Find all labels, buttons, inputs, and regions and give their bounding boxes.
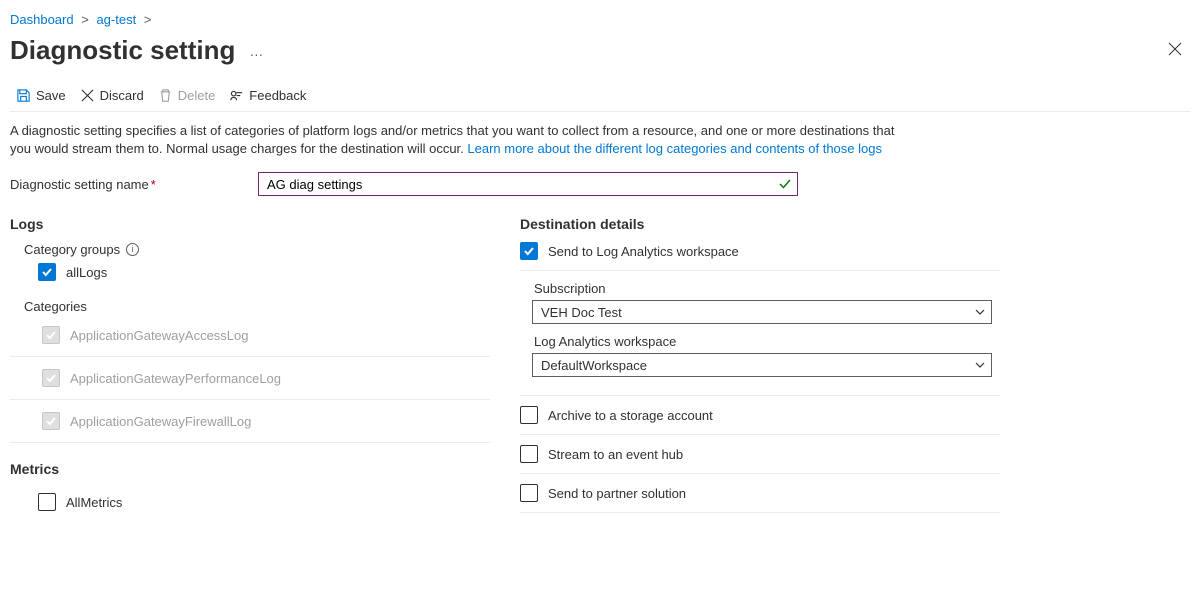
category-label-1: ApplicationGatewayPerformanceLog — [70, 371, 281, 386]
toolbar: Save Discard Delete Feedback — [10, 82, 1190, 112]
category-label-2: ApplicationGatewayFirewallLog — [70, 414, 251, 429]
diagnostic-name-input[interactable] — [258, 172, 798, 196]
logs-column: Logs Category groups i allLogs Categorie… — [10, 216, 490, 517]
checkmark-icon — [41, 266, 53, 278]
more-actions-button[interactable]: … — [245, 39, 268, 63]
category-label-0: ApplicationGatewayAccessLog — [70, 328, 249, 343]
category-checkbox-2 — [42, 412, 60, 430]
workspace-label: Log Analytics workspace — [532, 334, 1000, 349]
category-checkbox-0 — [42, 326, 60, 344]
workspace-value: DefaultWorkspace — [541, 358, 647, 373]
delete-icon — [158, 88, 173, 103]
checkmark-icon — [523, 245, 535, 257]
allmetrics-checkbox[interactable] — [38, 493, 56, 511]
send-law-checkbox[interactable] — [520, 242, 538, 260]
destination-heading: Destination details — [520, 216, 1000, 232]
eventhub-checkbox[interactable] — [520, 445, 538, 463]
logs-heading: Logs — [10, 216, 490, 232]
allmetrics-label: AllMetrics — [66, 495, 122, 510]
subscription-select[interactable]: VEH Doc Test — [532, 300, 992, 324]
partner-label: Send to partner solution — [548, 486, 686, 501]
alllogs-label: allLogs — [66, 265, 107, 280]
valid-check-icon — [778, 177, 792, 191]
feedback-icon — [229, 88, 244, 103]
breadcrumb-dashboard[interactable]: Dashboard — [10, 12, 74, 27]
breadcrumb-sep: > — [144, 12, 152, 27]
delete-label: Delete — [178, 88, 216, 103]
partner-checkbox[interactable] — [520, 484, 538, 502]
feedback-label: Feedback — [249, 88, 306, 103]
discard-label: Discard — [100, 88, 144, 103]
eventhub-label: Stream to an event hub — [548, 447, 683, 462]
chevron-down-icon — [975, 360, 985, 371]
category-checkbox-1 — [42, 369, 60, 387]
close-button[interactable] — [1160, 36, 1190, 65]
chevron-down-icon — [975, 307, 985, 318]
description-text: A diagnostic setting specifies a list of… — [10, 112, 910, 166]
learn-more-link[interactable]: Learn more about the different log categ… — [467, 141, 882, 156]
breadcrumb-parent[interactable]: ag-test — [96, 12, 136, 27]
close-icon — [1168, 42, 1182, 56]
discard-icon — [80, 88, 95, 103]
breadcrumb: Dashboard > ag-test > — [10, 8, 1190, 29]
archive-label: Archive to a storage account — [548, 408, 713, 423]
categories-label: Categories — [10, 287, 490, 314]
workspace-select[interactable]: DefaultWorkspace — [532, 353, 992, 377]
send-law-label: Send to Log Analytics workspace — [548, 244, 739, 259]
save-icon — [16, 88, 31, 103]
checkmark-icon — [45, 329, 57, 341]
save-button[interactable]: Save — [16, 88, 66, 103]
destination-column: Destination details Send to Log Analytic… — [520, 216, 1000, 517]
name-field-row: Diagnostic setting name* — [10, 166, 1190, 206]
feedback-button[interactable]: Feedback — [229, 88, 306, 103]
archive-checkbox[interactable] — [520, 406, 538, 424]
metrics-heading: Metrics — [10, 443, 490, 477]
checkmark-icon — [45, 372, 57, 384]
alllogs-checkbox[interactable] — [38, 263, 56, 281]
info-icon[interactable]: i — [126, 243, 139, 256]
required-indicator: * — [151, 177, 156, 192]
page-title: Diagnostic setting — [10, 35, 235, 66]
name-field-label: Diagnostic setting name* — [10, 177, 258, 192]
breadcrumb-sep: > — [81, 12, 89, 27]
title-row: Diagnostic setting … — [10, 29, 1190, 82]
subscription-label: Subscription — [532, 281, 1000, 296]
checkmark-icon — [45, 415, 57, 427]
subscription-value: VEH Doc Test — [541, 305, 622, 320]
save-label: Save — [36, 88, 66, 103]
category-groups-label: Category groups — [24, 242, 120, 257]
delete-button: Delete — [158, 88, 216, 103]
discard-button[interactable]: Discard — [80, 88, 144, 103]
